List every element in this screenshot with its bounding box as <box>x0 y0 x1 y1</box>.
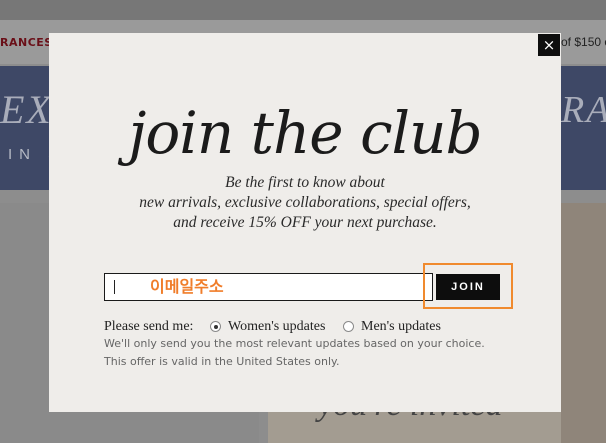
promo-text-left: RANCES <box>0 36 53 49</box>
site-top-bar <box>0 0 606 20</box>
hero-banner-title: EX <box>0 87 53 132</box>
hero-banner-title-right: RA <box>561 89 606 131</box>
close-icon[interactable]: × <box>538 34 560 56</box>
email-annotation-label: 이메일주소 <box>150 277 224 296</box>
modal-headline: join the club <box>128 99 482 167</box>
promo-text-right: of $150 o <box>561 35 606 49</box>
join-button[interactable]: JOIN <box>436 274 500 300</box>
text-caret <box>114 280 115 294</box>
content-panel-right-edge <box>561 203 606 443</box>
womens-updates-label[interactable]: Women's updates <box>228 319 325 335</box>
modal-subline: new arrivals, exclusive collaborations, … <box>139 194 471 211</box>
fine-print: We'll only send you the most relevant up… <box>104 337 485 350</box>
womens-updates-radio[interactable] <box>210 321 221 332</box>
modal-subline: Be the first to know about <box>225 174 385 191</box>
modal-subline: and receive 15% OFF your next purchase. <box>173 214 437 231</box>
preferences-label: Please send me: <box>104 319 194 334</box>
mens-updates-radio[interactable] <box>343 321 354 332</box>
join-club-modal: × join the club Be the first to know abo… <box>49 33 561 412</box>
fine-print: This offer is valid in the United States… <box>104 355 340 368</box>
mens-updates-label[interactable]: Men's updates <box>361 319 441 335</box>
